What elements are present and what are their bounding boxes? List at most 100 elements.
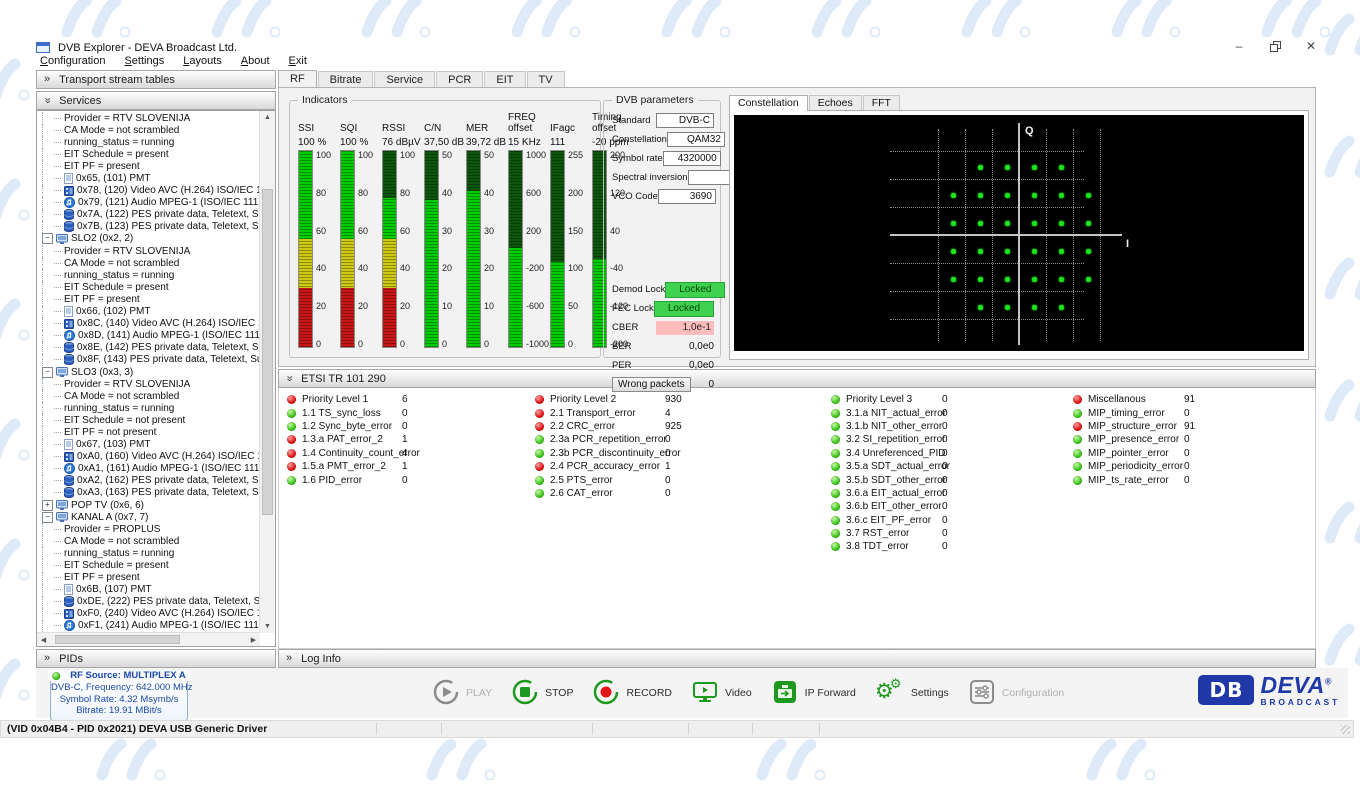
etsi-label: 2.3a PCR_repetition_error <box>550 434 665 445</box>
tree-item[interactable]: CA Mode = not scrambled <box>37 390 260 402</box>
tree-item[interactable]: running_status = running <box>37 547 260 559</box>
record-button[interactable]: RECORD <box>592 678 672 709</box>
menu-item-layouts[interactable]: Layouts <box>183 55 222 70</box>
tree-item[interactable]: 0x66, (102) PMT <box>37 306 260 318</box>
section-log-info[interactable]: » Log Info <box>278 649 1316 668</box>
tree-item[interactable]: −SLO2 (0x2, 2) <box>37 233 260 245</box>
maximize-icon[interactable] <box>1264 38 1286 54</box>
tree-item[interactable]: 0x8F, (143) PES private data, Teletext, … <box>37 354 260 366</box>
section-etsi[interactable]: » ETSI TR 101 290 <box>278 369 1316 388</box>
tree-item[interactable]: +POP TV (0x6, 6) <box>37 499 260 511</box>
tree-guide <box>42 185 54 197</box>
menu-item-configuration[interactable]: Configuration <box>40 55 105 70</box>
section-services[interactable]: » Services <box>36 91 276 110</box>
tree-item[interactable]: 0x79, (121) Audio MPEG-1 (ISO/IEC 11172-… <box>37 197 260 209</box>
tree-item[interactable]: 0xA0, (160) Video AVC (H.264) ISO/IEC 14… <box>37 451 260 463</box>
tree-item[interactable]: − KANAL A (0x7, 7) <box>37 511 260 523</box>
tree-item[interactable]: 0x8D, (141) Audio MPEG-1 (ISO/IEC 11172-… <box>37 330 260 342</box>
tree-item[interactable]: CA Mode = not scrambled <box>37 535 260 547</box>
tree-item[interactable]: CA Mode = not scrambled <box>37 257 260 269</box>
section-pids[interactable]: » PIDs <box>36 649 276 668</box>
tree-item[interactable]: 0xF1, (241) Audio MPEG-1 (ISO/IEC 11172-… <box>37 620 260 632</box>
etsi-row: 1.3.a PAT_error_21 <box>287 433 535 446</box>
menu-item-exit[interactable]: Exit <box>289 55 307 70</box>
close-icon[interactable]: ✕ <box>1300 38 1322 54</box>
tree-item[interactable]: running_status = running <box>37 136 260 148</box>
tree-item[interactable]: EIT Schedule = not present <box>37 414 260 426</box>
collapse-icon[interactable]: − <box>42 367 53 378</box>
tree-vertical-scrollbar[interactable]: ▲ ▼ <box>259 111 275 633</box>
resize-grip[interactable] <box>1341 725 1350 734</box>
minimize-icon[interactable]: – <box>1228 38 1250 54</box>
tree-item[interactable]: CA Mode = not scrambled <box>37 124 260 136</box>
tree-item[interactable]: Provider = RTV SLOVENIJA <box>37 245 260 257</box>
tree-item[interactable]: 0xF0, (240) Video AVC (H.264) ISO/IEC 14… <box>37 608 260 620</box>
tree-item[interactable]: 0x78, (120) Video AVC (H.264) ISO/IEC 14… <box>37 185 260 197</box>
tree-item[interactable]: 0x8E, (142) PES private data, Teletext, … <box>37 342 260 354</box>
tree-item[interactable]: running_status = running <box>37 402 260 414</box>
tree-item[interactable]: EIT Schedule = present <box>37 281 260 293</box>
collapse-icon[interactable]: − <box>42 512 53 523</box>
green-led-icon <box>287 422 296 431</box>
tree-horizontal-scrollbar[interactable]: ◀ ▶ <box>37 632 260 646</box>
tree-guide <box>42 390 54 402</box>
scrollbar-thumb[interactable] <box>55 635 180 644</box>
tab-service[interactable]: Service <box>374 71 435 87</box>
gauge-mer: MER39,72 dB50403020100 <box>466 109 508 351</box>
tree-guide <box>42 535 54 547</box>
ip-forward-button[interactable]: IP Forward <box>771 678 856 709</box>
etsi-label: Priority Level 1 <box>302 394 402 405</box>
tree-item[interactable]: 0xDE, (222) PES private data, Teletext, … <box>37 596 260 608</box>
tab-echoes[interactable]: Echoes <box>809 95 862 110</box>
scroll-right-icon[interactable]: ▶ <box>247 633 260 646</box>
tree-item[interactable]: 0x7A, (122) PES private data, Teletext, … <box>37 209 260 221</box>
tree-item[interactable]: EIT PF = present <box>37 293 260 305</box>
expand-icon[interactable]: + <box>42 500 53 511</box>
tree-item[interactable]: 0x67, (103) PMT <box>37 439 260 451</box>
menu-item-settings[interactable]: Settings <box>124 55 164 70</box>
menu-item-about[interactable]: About <box>241 55 270 70</box>
tree-item[interactable]: EIT Schedule = present <box>37 559 260 571</box>
tab-pcr[interactable]: PCR <box>436 71 483 87</box>
tree-guide <box>42 572 54 584</box>
collapse-icon[interactable]: − <box>42 233 53 244</box>
scroll-down-icon[interactable]: ▼ <box>260 620 275 633</box>
constellation-point <box>1005 193 1010 198</box>
tree-item[interactable]: EIT Schedule = present <box>37 148 260 160</box>
tree-guide <box>42 148 54 160</box>
stop-button[interactable]: STOP <box>511 678 573 709</box>
tab-eit[interactable]: EIT <box>484 71 525 87</box>
tree-item[interactable]: Provider = PROPLUS <box>37 523 260 535</box>
tree-item[interactable]: EIT PF = not present <box>37 426 260 438</box>
tab-fft[interactable]: FFT <box>863 95 900 110</box>
tab-tv[interactable]: TV <box>527 71 565 87</box>
red-led-icon <box>287 462 296 471</box>
tree-item[interactable]: EIT PF = present <box>37 160 260 172</box>
tree-item[interactable]: EIT PF = present <box>37 572 260 584</box>
tree-item[interactable]: Provider = RTV SLOVENIJA <box>37 378 260 390</box>
tab-rf[interactable]: RF <box>278 70 317 88</box>
chevrons-right-icon: » <box>44 74 50 85</box>
tree-item[interactable]: 0x7B, (123) PES private data, Teletext, … <box>37 221 260 233</box>
settings-button[interactable]: ⚙⚙Settings <box>875 679 949 707</box>
tree-item[interactable]: 0x8C, (140) Video AVC (H.264) ISO/IEC 14… <box>37 318 260 330</box>
tab-bitrate[interactable]: Bitrate <box>318 71 374 87</box>
scroll-left-icon[interactable]: ◀ <box>37 633 50 646</box>
tree-item[interactable]: 0xA2, (162) PES private data, Teletext, … <box>37 475 260 487</box>
tree-item-label: KANAL A (0x7, 7) <box>71 512 148 523</box>
scroll-up-icon[interactable]: ▲ <box>260 111 275 124</box>
tree-item[interactable]: 0xA3, (163) PES private data, Teletext, … <box>37 487 260 499</box>
tab-constellation[interactable]: Constellation <box>729 95 808 111</box>
wrong-packets-button[interactable]: Wrong packets <box>612 377 691 392</box>
tree-item[interactable]: 0x65, (101) PMT <box>37 172 260 184</box>
video-button[interactable]: Video <box>691 679 752 708</box>
tree-item[interactable]: running_status = running <box>37 269 260 281</box>
tree-item[interactable]: −SLO3 (0x3, 3) <box>37 366 260 378</box>
scrollbar-thumb[interactable] <box>262 189 273 515</box>
section-transport-stream-tables[interactable]: » Transport stream tables <box>36 70 276 89</box>
tree-guide <box>54 384 61 385</box>
etsi-row: 2.5 PTS_error0 <box>535 473 831 486</box>
tree-item[interactable]: 0xA1, (161) Audio MPEG-1 (ISO/IEC 11172-… <box>37 463 260 475</box>
tree-item[interactable]: Provider = RTV SLOVENIJA <box>37 112 260 124</box>
tree-item[interactable]: 0x6B, (107) PMT <box>37 584 260 596</box>
